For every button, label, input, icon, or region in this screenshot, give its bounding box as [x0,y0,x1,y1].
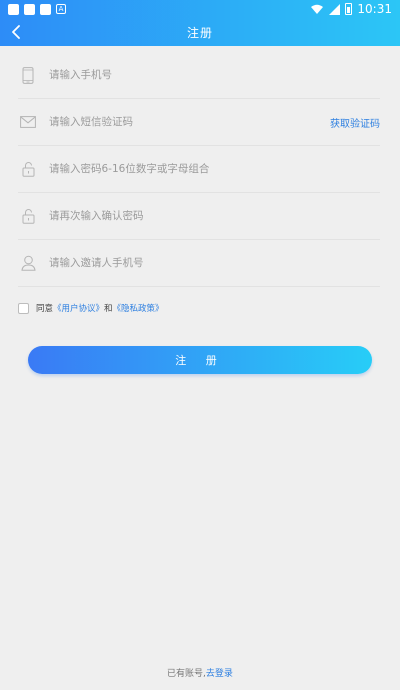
battery-icon [345,3,353,15]
user-agreement-link[interactable]: 《用户协议》 [53,302,104,314]
lock-icon [20,207,36,225]
sms-code-row: 获取验证码 [18,99,380,146]
confirm-password-input[interactable] [49,201,380,231]
lock-icon [20,160,36,178]
password-row [18,146,380,193]
confirm-password-row [18,193,380,240]
register-button[interactable]: 注 册 [28,346,372,374]
phone-input[interactable] [49,60,380,90]
mail-icon [20,113,36,131]
agreement-prefix: 同意 [36,304,54,314]
chevron-left-icon [12,25,20,39]
nav-bar: 注册 [0,18,400,46]
agreement-checkbox[interactable] [18,302,29,314]
agreement-and: 和 [104,304,113,314]
status-time: 10:31 [357,2,392,16]
signal-icon [329,3,341,15]
notification-square-icon [24,3,35,15]
status-system: 10:31 [311,2,400,16]
get-code-button[interactable]: 获取验证码 [330,115,380,130]
agreement-row: 同意 《用户协议》 和 《隐私政策》 [18,301,164,315]
login-link[interactable]: 去登录 [206,669,233,679]
password-input[interactable] [49,154,380,184]
page-title: 注册 [186,25,213,40]
wifi-icon [311,4,324,14]
login-prompt: 已有账号,去登录 [0,666,400,679]
phone-icon [20,66,36,84]
notification-a-icon: A [56,4,66,14]
login-prompt-text: 已有账号, [167,669,206,679]
app-header: A 10:31 注册 [0,0,400,46]
phone-row [18,52,380,99]
notification-square-icon [8,3,19,15]
notification-square-icon [40,3,51,15]
status-notifications: A [0,3,66,15]
status-bar: A 10:31 [0,0,400,18]
invite-phone-row [18,240,380,287]
user-icon [20,254,36,272]
privacy-policy-link[interactable]: 《隐私政策》 [113,302,164,314]
sms-code-input[interactable] [49,107,330,137]
back-button[interactable] [4,20,28,44]
invite-phone-input[interactable] [49,248,380,278]
